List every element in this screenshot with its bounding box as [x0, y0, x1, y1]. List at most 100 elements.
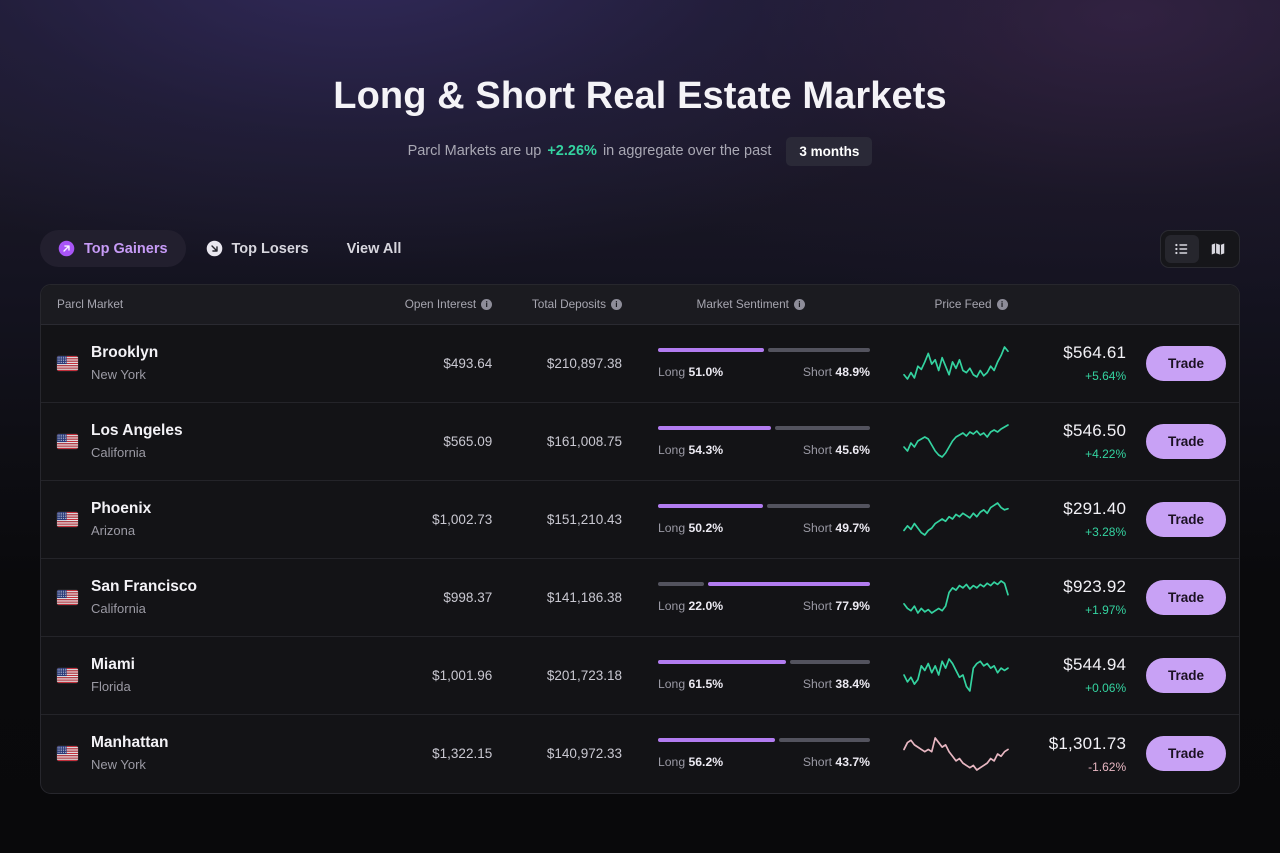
- market-state: California: [91, 599, 197, 619]
- price-block: $1,301.73 -1.62%: [1030, 734, 1126, 774]
- short-label: Short: [803, 521, 832, 535]
- map-icon: [1210, 241, 1226, 257]
- price-change: +5.64%: [1030, 369, 1126, 383]
- tab-label: View All: [347, 241, 402, 257]
- sentiment-short-segment: [779, 738, 870, 742]
- market-identity: Manhattan New York: [91, 733, 169, 774]
- trade-button[interactable]: Trade: [1146, 658, 1226, 693]
- sentiment-long-segment: [658, 660, 786, 664]
- market-identity: Phoenix Arizona: [91, 499, 151, 540]
- sentiment-short: Short 43.7%: [803, 755, 870, 769]
- total-deposits-value: $161,008.75: [492, 434, 622, 449]
- sentiment-labels: Long 61.5% Short 38.4%: [658, 677, 870, 691]
- table-body: Brooklyn New York $493.64 $210,897.38 Lo…: [41, 325, 1239, 793]
- info-icon[interactable]: i: [794, 299, 805, 310]
- short-pct: 38.4%: [835, 677, 870, 691]
- price-change: +3.28%: [1030, 525, 1126, 539]
- us-flag-icon: [57, 356, 78, 371]
- sentiment-labels: Long 22.0% Short 77.9%: [658, 599, 870, 613]
- column-header-price-feed: Price Feed i: [880, 297, 1145, 311]
- arrow-up-right-circle-icon: [58, 240, 75, 257]
- markets-table: Parcl Market Open Interest i Total Depos…: [40, 284, 1240, 794]
- period-selector[interactable]: 3 months: [786, 137, 872, 166]
- price-value: $923.92: [1030, 577, 1126, 597]
- tab-top-gainers[interactable]: Top Gainers: [40, 230, 186, 267]
- market-name: Phoenix: [91, 499, 151, 520]
- long-label: Long: [658, 521, 685, 535]
- price-value: $1,301.73: [1030, 734, 1126, 754]
- long-label: Long: [658, 443, 685, 457]
- sentiment-long-segment: [658, 582, 704, 586]
- trade-button[interactable]: Trade: [1146, 736, 1226, 771]
- table-row[interactable]: Brooklyn New York $493.64 $210,897.38 Lo…: [41, 325, 1239, 403]
- short-label: Short: [803, 443, 832, 457]
- price-feed-cell: $546.50 +4.22%: [880, 419, 1145, 463]
- price-sparkline: [902, 732, 1010, 776]
- price-sparkline: [902, 575, 1010, 619]
- trade-button[interactable]: Trade: [1146, 580, 1226, 615]
- info-icon[interactable]: i: [611, 299, 622, 310]
- sentiment-long: Long 54.3%: [658, 443, 723, 457]
- action-cell: Trade: [1144, 502, 1239, 537]
- aggregate-change: +2.26%: [547, 143, 597, 159]
- short-label: Short: [803, 599, 832, 613]
- tab-label: Top Losers: [232, 241, 309, 257]
- market-identity: Miami Florida: [91, 655, 135, 696]
- short-label: Short: [803, 677, 832, 691]
- open-interest-value: $1,002.73: [382, 512, 492, 527]
- action-cell: Trade: [1144, 424, 1239, 459]
- price-feed-cell: $923.92 +1.97%: [880, 575, 1145, 619]
- subtitle-prefix: Parcl Markets are up: [408, 143, 542, 159]
- sentiment-long: Long 22.0%: [658, 599, 723, 613]
- price-change: -1.62%: [1030, 760, 1126, 774]
- price-change: +4.22%: [1030, 447, 1126, 461]
- sentiment-short-segment: [768, 348, 870, 352]
- info-icon[interactable]: i: [481, 299, 492, 310]
- trade-button[interactable]: Trade: [1146, 346, 1226, 381]
- sentiment-short-segment: [767, 504, 870, 508]
- subtitle-suffix: in aggregate over the past: [603, 143, 771, 159]
- sentiment-short-segment: [708, 582, 870, 586]
- long-label: Long: [658, 599, 685, 613]
- info-icon[interactable]: i: [997, 299, 1008, 310]
- list-view-button[interactable]: [1165, 235, 1199, 263]
- table-row[interactable]: Los Angeles California $565.09 $161,008.…: [41, 403, 1239, 481]
- tab-view-all[interactable]: View All: [329, 231, 420, 267]
- table-row[interactable]: San Francisco California $998.37 $141,18…: [41, 559, 1239, 637]
- market-sentiment-cell: Long 51.0% Short 48.9%: [622, 348, 880, 379]
- market-identity: San Francisco California: [91, 577, 197, 618]
- sentiment-long-segment: [658, 504, 763, 508]
- table-row[interactable]: Phoenix Arizona $1,002.73 $151,210.43 Lo…: [41, 481, 1239, 559]
- map-view-button[interactable]: [1201, 235, 1235, 263]
- action-cell: Trade: [1144, 736, 1239, 771]
- tab-top-losers[interactable]: Top Losers: [188, 230, 327, 267]
- trade-button[interactable]: Trade: [1146, 424, 1226, 459]
- sentiment-long-segment: [658, 738, 775, 742]
- short-label: Short: [803, 365, 832, 379]
- short-pct: 43.7%: [835, 755, 870, 769]
- hero-subtitle: Parcl Markets are up +2.26% in aggregate…: [0, 137, 1280, 166]
- column-label: Total Deposits: [532, 297, 606, 311]
- price-value: $544.94: [1030, 655, 1126, 675]
- sentiment-bar: [658, 426, 870, 430]
- long-pct: 56.2%: [689, 755, 724, 769]
- market-name: Los Angeles: [91, 421, 183, 442]
- page-root: Long & Short Real Estate Markets Parcl M…: [0, 0, 1280, 853]
- price-feed-cell: $564.61 +5.64%: [880, 341, 1145, 385]
- market-cell: Miami Florida: [41, 655, 382, 696]
- sentiment-long: Long 50.2%: [658, 521, 723, 535]
- table-row[interactable]: Manhattan New York $1,322.15 $140,972.33…: [41, 715, 1239, 793]
- total-deposits-value: $140,972.33: [492, 746, 622, 761]
- long-pct: 54.3%: [689, 443, 724, 457]
- price-sparkline: [902, 653, 1010, 697]
- action-cell: Trade: [1144, 580, 1239, 615]
- price-feed-cell: $1,301.73 -1.62%: [880, 732, 1145, 776]
- sentiment-short-segment: [790, 660, 870, 664]
- table-row[interactable]: Miami Florida $1,001.96 $201,723.18 Long…: [41, 637, 1239, 715]
- open-interest-value: $998.37: [382, 590, 492, 605]
- trade-button[interactable]: Trade: [1146, 502, 1226, 537]
- sentiment-long-segment: [658, 348, 764, 352]
- us-flag-icon: [57, 746, 78, 761]
- tab-list: Top Gainers Top Losers View All: [40, 230, 419, 267]
- market-state: New York: [91, 755, 169, 775]
